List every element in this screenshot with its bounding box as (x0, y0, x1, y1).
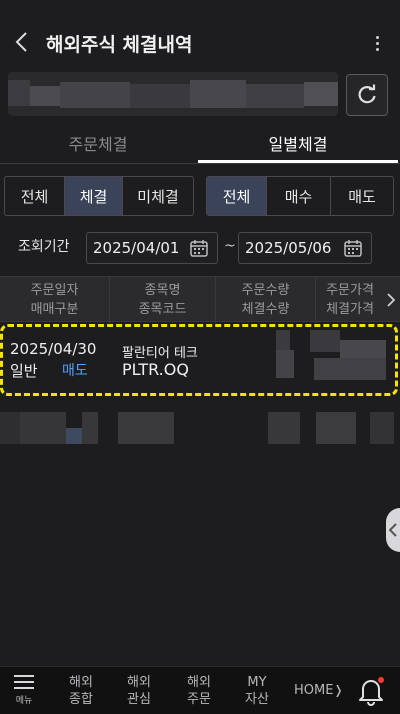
back-button[interactable] (10, 26, 32, 58)
more-button[interactable] (366, 28, 388, 58)
nav-my-assets[interactable]: MY 자산 (232, 671, 282, 711)
menu-label: 메뉴 (15, 696, 33, 706)
trade-side: 매도 (62, 363, 88, 379)
end-date-value: 2025/05/06 (245, 239, 332, 257)
bottom-navigation: 메뉴 해외 종합 해외 관심 해외 주문 MY 자산 HOME❭ (0, 666, 400, 714)
nav-overseas-watchlist[interactable]: 해외 관심 (114, 671, 164, 711)
status-executed-button[interactable]: 체결 (65, 177, 123, 215)
side-all-button[interactable]: 전체 (207, 177, 267, 215)
tab-order-execution[interactable]: 주문체결 (0, 122, 196, 164)
stock-name: 팔란티어 테크 (122, 346, 198, 361)
column-header-qty: 주문수량 체결수량 (216, 277, 316, 323)
table-header: 주문일자 매매구분 종목명 종목코드 주문수량 체결수량 주문가격 체결가격 (0, 276, 400, 323)
bell-icon (359, 677, 384, 706)
status-filter: 전체 체결 미체결 (4, 176, 194, 216)
status-unexecuted-button[interactable]: 미체결 (123, 177, 193, 215)
chevron-left-icon (389, 523, 397, 537)
status-all-button[interactable]: 전체 (5, 177, 65, 215)
tab-bar: 주문체결 일별체결 (0, 122, 400, 164)
start-date-value: 2025/04/01 (93, 239, 180, 257)
chevron-right-icon (387, 293, 395, 307)
masked-value (276, 330, 290, 350)
column-header-price: 주문가격 체결가격 (326, 283, 374, 317)
notification-button[interactable] (356, 675, 386, 707)
masked-value (276, 350, 294, 378)
chevron-right-icon: ❭ (333, 683, 344, 697)
stock-code: PLTR.OQ (122, 360, 189, 379)
side-buy-button[interactable]: 매수 (267, 177, 331, 215)
column-header-name: 종목명 종목코드 (110, 277, 216, 323)
date-separator: ~ (224, 238, 236, 254)
chevron-left-icon (15, 32, 27, 52)
refresh-icon (358, 84, 376, 104)
refresh-button[interactable] (346, 74, 388, 116)
tab-underline (198, 160, 398, 163)
masked-value (310, 330, 340, 352)
more-vertical-icon (375, 35, 379, 39)
nav-overseas-summary[interactable]: 해외 종합 (56, 671, 106, 711)
nav-overseas-order[interactable]: 해외 주문 (174, 671, 224, 711)
page-title: 해외주식 체결내역 (46, 34, 193, 56)
side-filter: 전체 매수 매도 (206, 176, 394, 216)
column-header-date: 주문일자 매매구분 (0, 277, 110, 323)
masked-value (314, 358, 386, 380)
order-date: 2025/04/30 (10, 340, 97, 358)
side-drawer-handle[interactable] (386, 508, 400, 552)
calendar-icon[interactable] (343, 238, 363, 258)
menu-button[interactable]: 메뉴 (8, 673, 40, 711)
side-sell-button[interactable]: 매도 (331, 177, 393, 215)
tab-daily-execution[interactable]: 일별체결 (200, 122, 396, 164)
start-date-field[interactable]: 2025/04/01 (86, 232, 218, 264)
calendar-icon[interactable] (189, 238, 209, 258)
trade-type: 일반 (10, 362, 38, 380)
account-selector[interactable] (8, 72, 338, 116)
home-button[interactable]: HOME❭ (294, 683, 344, 698)
scroll-right-button[interactable] (384, 291, 398, 309)
end-date-field[interactable]: 2025/05/06 (238, 232, 372, 264)
period-label: 조회기간 (18, 239, 70, 255)
hamburger-menu-icon (14, 675, 34, 689)
